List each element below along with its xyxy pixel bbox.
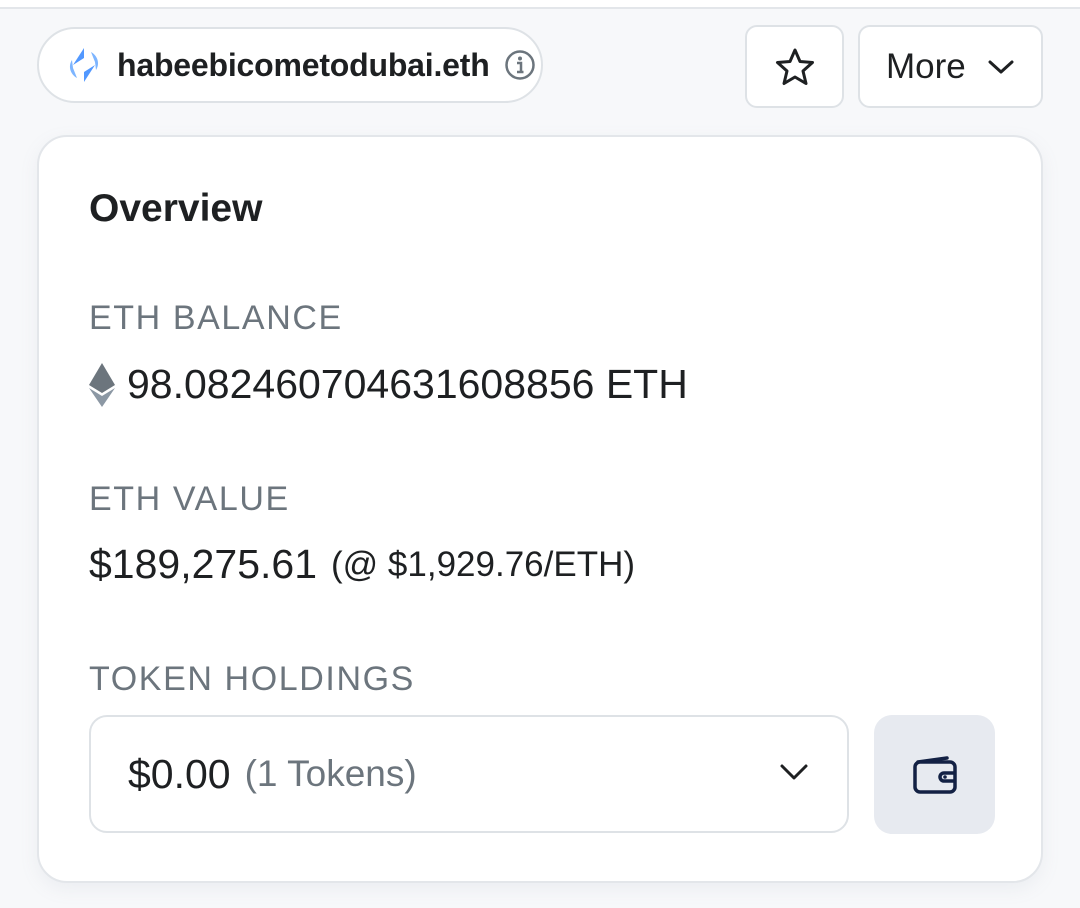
eth-price: (@ $1,929.76/ETH): [331, 544, 636, 584]
eth-balance-value: 98.082460704631608856 ETH: [127, 361, 688, 407]
more-label: More: [886, 46, 966, 86]
token-count: (1 Tokens): [244, 753, 417, 794]
eth-value-label: ETH VALUE: [89, 480, 290, 518]
overview-card: Overview ETH BALANCE 98.0824607046316088…: [37, 135, 1043, 883]
token-holdings-dropdown[interactable]: $0.00 (1 Tokens): [89, 715, 849, 833]
wallet-icon: [912, 755, 958, 795]
eth-balance-label: ETH BALANCE: [89, 299, 343, 337]
star-icon: [775, 47, 815, 87]
eth-value-amount: $189,275.61: [89, 541, 318, 587]
top-divider: [0, 0, 1080, 9]
chevron-down-icon: [779, 763, 809, 781]
more-dropdown-button[interactable]: More: [858, 25, 1043, 108]
info-icon[interactable]: [504, 49, 536, 81]
chevron-down-icon: [988, 59, 1014, 75]
ens-logo-icon: [65, 46, 103, 84]
eth-diamond-icon: [89, 362, 115, 407]
eth-balance-row: 98.082460704631608856 ETH: [89, 361, 688, 408]
wallet-button[interactable]: [874, 715, 995, 834]
eth-value-row: $189,275.61 (@ $1,929.76/ETH): [89, 541, 635, 588]
token-holdings-label: TOKEN HOLDINGS: [89, 660, 415, 698]
ens-name-chip[interactable]: habeebicometodubai.eth: [37, 27, 543, 103]
token-value: $0.00: [128, 750, 231, 797]
ens-name: habeebicometodubai.eth: [117, 46, 490, 83]
favorite-button[interactable]: [745, 25, 844, 108]
card-title: Overview: [89, 187, 263, 230]
